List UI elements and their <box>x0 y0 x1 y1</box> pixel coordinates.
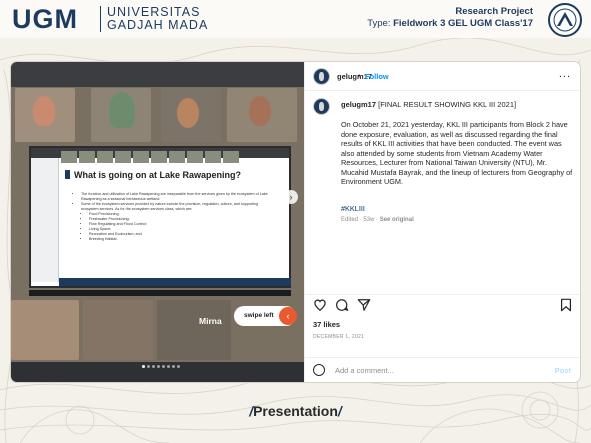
see-original-link[interactable]: See original <box>380 217 414 223</box>
heart-icon[interactable] <box>313 298 327 312</box>
windows-taskbar <box>29 290 291 296</box>
section-label: /Presentation/ <box>249 403 342 419</box>
carousel-dot <box>142 365 145 368</box>
ugm-emblem-icon <box>548 3 582 37</box>
carousel-dot <box>157 365 160 368</box>
slide-bullet: Breeding Habitat. <box>89 237 275 242</box>
edited-meta: Edited · 53w · See original <box>341 217 414 223</box>
slide-thumbnails <box>61 150 281 164</box>
participant-tile <box>83 300 153 360</box>
next-slide-button[interactable]: › <box>284 190 298 204</box>
hashtag-link[interactable]: #KKLIII <box>341 204 365 213</box>
project-type-prefix: Type: <box>367 18 391 29</box>
university-name: UNIVERSITAS GADJAH MADA <box>107 6 208 32</box>
carousel-dot <box>152 365 155 368</box>
comment-bar: Add a comment... Post <box>305 357 580 382</box>
carousel-indicators <box>142 355 182 373</box>
post-sidebar: gelugm17 • Follow ... gelugm17 [FINAL RE… <box>304 62 580 382</box>
participant-tile <box>157 300 231 360</box>
swipe-arrow-icon[interactable]: ‹ <box>279 307 297 325</box>
comment-icon[interactable] <box>335 298 349 312</box>
logo-divider <box>100 6 101 32</box>
project-type: Fieldwork 3 GEL UGM Class'17 <box>393 18 533 29</box>
emoji-icon[interactable] <box>313 364 325 376</box>
post-comment-button[interactable]: Post <box>555 366 571 375</box>
post-header: gelugm17 • Follow ... <box>305 62 580 91</box>
participant-name: Mirna <box>199 316 222 326</box>
carousel-dot <box>147 365 150 368</box>
likes-count[interactable]: 37 likes <box>313 320 340 329</box>
avatar[interactable] <box>313 68 330 85</box>
carousel-dot <box>167 365 170 368</box>
post-date: DECEMBER 1, 2021 <box>313 334 365 340</box>
video-call-header <box>11 62 304 87</box>
comment-input[interactable]: Add a comment... <box>335 366 394 375</box>
carousel-dot <box>172 365 175 368</box>
instagram-post: What is going on at Lake Rawapening? The… <box>11 62 580 382</box>
separator-dot: • <box>358 71 361 80</box>
caption-title: gelugm17 [FINAL RESULT SHOWING KKL III 2… <box>341 100 571 109</box>
caption-body: On October 21, 2021 yesterday, KKL III p… <box>341 120 573 186</box>
edited-age: 53w <box>363 217 375 223</box>
header-bar: UGM UNIVERSITAS GADJAH MADA Research Pro… <box>0 0 591 38</box>
slide-sidebar <box>31 158 59 282</box>
participant-tile <box>249 96 271 126</box>
participant-tile <box>33 96 55 126</box>
slide-bullet: Some of the ecosystem services provided … <box>81 202 275 212</box>
slide-bullets: The function and utilization of Lake Raw… <box>75 192 275 242</box>
share-icon[interactable] <box>357 298 371 312</box>
edited-label: Edited <box>341 217 359 223</box>
caption-avatar[interactable] <box>313 98 330 115</box>
post-media[interactable]: What is going on at Lake Rawapening? The… <box>11 62 304 382</box>
participant-tile <box>11 300 79 360</box>
carousel-dot <box>162 365 165 368</box>
shared-slide: What is going on at Lake Rawapening? The… <box>29 146 291 288</box>
project-title: Research Project <box>455 6 533 17</box>
ugm-logo-text: UGM <box>12 4 78 34</box>
section-label-text: Presentation <box>253 403 338 419</box>
follow-button[interactable]: Follow <box>365 72 389 81</box>
slide-footer-bar <box>59 278 291 286</box>
caption-username[interactable]: gelugm17 <box>341 100 376 109</box>
bookmark-icon[interactable] <box>559 298 573 312</box>
university-line-2: GADJAH MADA <box>107 18 209 32</box>
slide-bullet: The function and utilization of Lake Raw… <box>81 192 275 202</box>
project-info: Research Project Type: Fieldwork 3 GEL U… <box>367 6 533 30</box>
slide-title: What is going on at Lake Rawapening? <box>65 170 241 180</box>
participant-tile <box>109 92 135 128</box>
more-options-icon[interactable]: ... <box>559 68 571 80</box>
caption-heading: [FINAL RESULT SHOWING KKL III 2021] <box>378 100 517 109</box>
participant-tile <box>177 98 199 128</box>
carousel-dot <box>177 365 180 368</box>
